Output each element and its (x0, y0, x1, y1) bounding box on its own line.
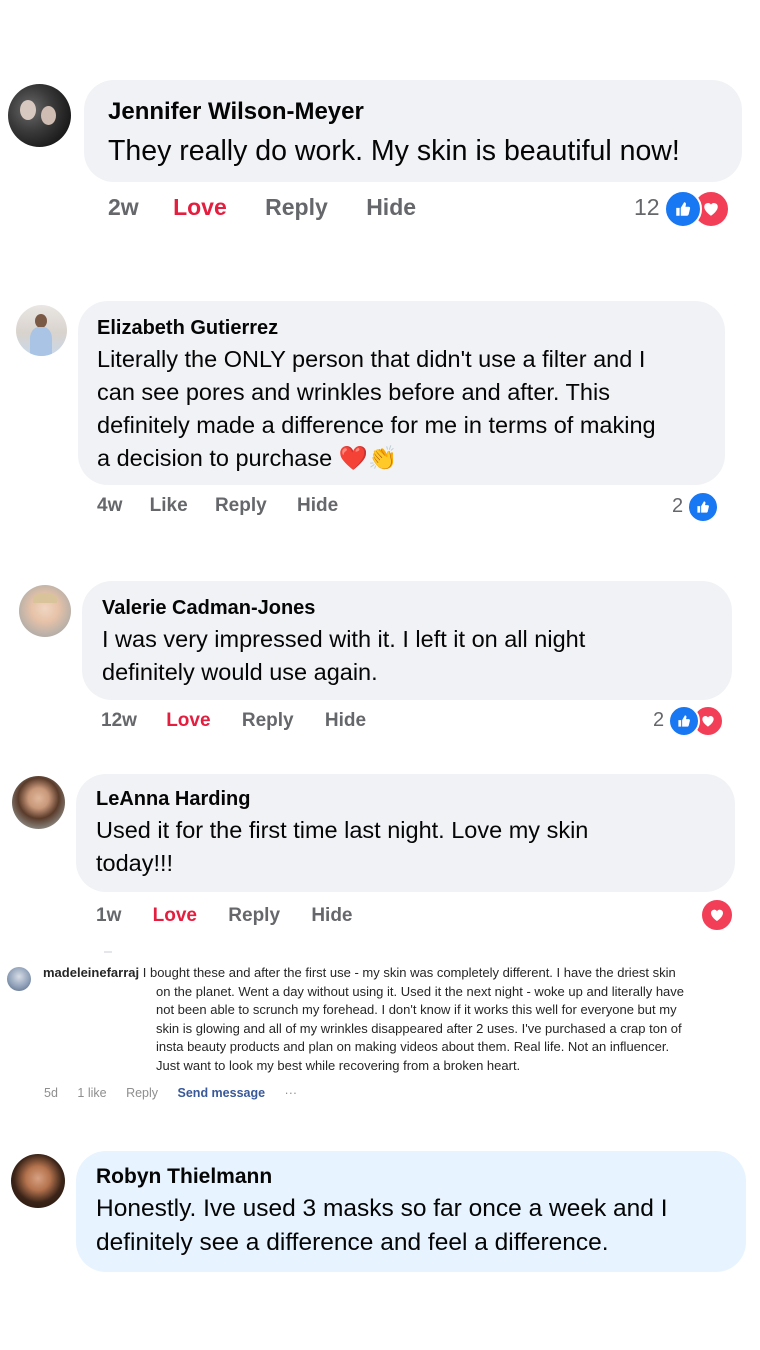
send-message-button[interactable]: Send message (178, 1084, 266, 1102)
commenter-name[interactable]: LeAnna Harding (96, 787, 735, 812)
timestamp[interactable]: 5d (44, 1084, 58, 1102)
reaction-count: 2 (672, 495, 684, 517)
reply-button[interactable]: Reply (228, 904, 280, 928)
comment-text: not been able to scrunch my forehead. I … (156, 1002, 677, 1017)
avatar[interactable] (8, 84, 71, 147)
reply-button[interactable]: Reply (215, 494, 267, 518)
divider (104, 951, 112, 953)
clapping-hands-emoji: 👏 (367, 445, 398, 471)
reaction-summary[interactable] (700, 898, 734, 932)
like-count[interactable]: 1 like (77, 1084, 106, 1102)
love-reaction-button[interactable]: Love (153, 904, 197, 928)
commenter-name[interactable]: Valerie Cadman-Jones (102, 596, 732, 621)
timestamp[interactable]: 12w (101, 709, 137, 733)
like-icon (667, 704, 700, 737)
commenter-name[interactable]: Elizabeth Gutierrez (97, 316, 725, 341)
timestamp[interactable]: 2w (108, 193, 139, 221)
comment-text: a decision to purchase ❤️👏 (97, 442, 725, 475)
comment-text: Just want to look my best while recoveri… (156, 1057, 521, 1073)
love-reaction-button[interactable]: Love (166, 709, 210, 733)
more-options-icon[interactable]: ··· (285, 1084, 298, 1102)
avatar[interactable] (11, 1154, 65, 1208)
hide-button[interactable]: Hide (297, 494, 338, 518)
comment-text: Honestly. Ive used 3 masks so far once a… (96, 1195, 668, 1222)
reaction-count: 2 (653, 709, 665, 731)
reaction-summary[interactable]: 12 (634, 188, 730, 228)
comment-bubble: Valerie Cadman-Jones I was very impresse… (82, 581, 732, 700)
hide-button[interactable]: Hide (325, 709, 366, 733)
timestamp[interactable]: 4w (97, 494, 122, 518)
avatar[interactable] (16, 305, 67, 356)
love-icon (700, 898, 734, 932)
reply-button[interactable]: Reply (126, 1084, 158, 1102)
comment-bubble: Elizabeth Gutierrez Literally the ONLY p… (78, 301, 725, 485)
comment-text: I bought these and after the first use -… (142, 965, 676, 980)
comment-text: insta beauty products and plan on making… (156, 1039, 670, 1054)
hide-button[interactable]: Hide (311, 904, 352, 928)
ig-comment-body: madeleinefarraj I bought these and after… (43, 964, 759, 1075)
comment-actions: 12w Love Reply Hide (101, 709, 366, 733)
commenter-name[interactable]: Robyn Thielmann (96, 1164, 746, 1190)
timestamp[interactable]: 1w (96, 904, 121, 928)
comment-bubble: Jennifer Wilson-Meyer They really do wor… (84, 80, 742, 182)
reply-button[interactable]: Reply (242, 709, 294, 733)
comment-bubble: LeAnna Harding Used it for the first tim… (76, 774, 735, 892)
reaction-count: 12 (634, 194, 660, 220)
like-icon (663, 189, 702, 228)
comment-text: definitely would use again. (102, 659, 378, 685)
comment-actions: 1w Love Reply Hide (96, 904, 353, 928)
avatar[interactable] (12, 776, 65, 829)
comment-bubble: Robyn Thielmann Honestly. Ive used 3 mas… (76, 1151, 746, 1272)
comment-text: skin is glowing and all of my wrinkles d… (156, 1020, 682, 1036)
reaction-summary[interactable]: 2 (653, 704, 724, 737)
comment-actions: 4w Like Reply Hide (97, 494, 338, 518)
comment-text: I was very impressed with it. I left it … (102, 626, 586, 652)
commenter-username[interactable]: madeleinefarraj (43, 965, 139, 980)
comment-text: on the planet. Went a day without using … (156, 983, 685, 999)
ig-comment-line: madeleinefarraj I bought these and after… (43, 964, 759, 983)
comment-text: Used it for the first time last night. L… (96, 817, 589, 843)
comment-text: definitely made a difference for me in t… (97, 412, 656, 438)
like-button[interactable]: Like (150, 494, 188, 518)
commenter-name[interactable]: Jennifer Wilson-Meyer (108, 98, 742, 126)
comment-text: definitely see a difference and feel a d… (96, 1229, 609, 1256)
avatar[interactable] (19, 585, 71, 637)
comment-text: Literally the ONLY person that didn't us… (97, 346, 646, 372)
avatar[interactable] (7, 967, 31, 991)
comment-text-tail: a decision to purchase (97, 445, 333, 471)
heart-emoji: ❤️ (338, 445, 368, 471)
reply-button[interactable]: Reply (265, 193, 328, 221)
reaction-summary[interactable]: 2 (672, 490, 719, 523)
comment-actions: 2w Love Reply Hide (108, 193, 416, 221)
like-icon (686, 490, 719, 523)
comment-text: can see pores and wrinkles before and af… (97, 379, 610, 405)
comment-text: They really do work. My skin is beautifu… (108, 135, 680, 167)
love-reaction-button[interactable]: Love (173, 193, 227, 221)
hide-button[interactable]: Hide (366, 193, 416, 221)
comment-actions: 5d 1 like Reply Send message ··· (44, 1084, 313, 1102)
comment-text: today!!! (96, 850, 174, 876)
